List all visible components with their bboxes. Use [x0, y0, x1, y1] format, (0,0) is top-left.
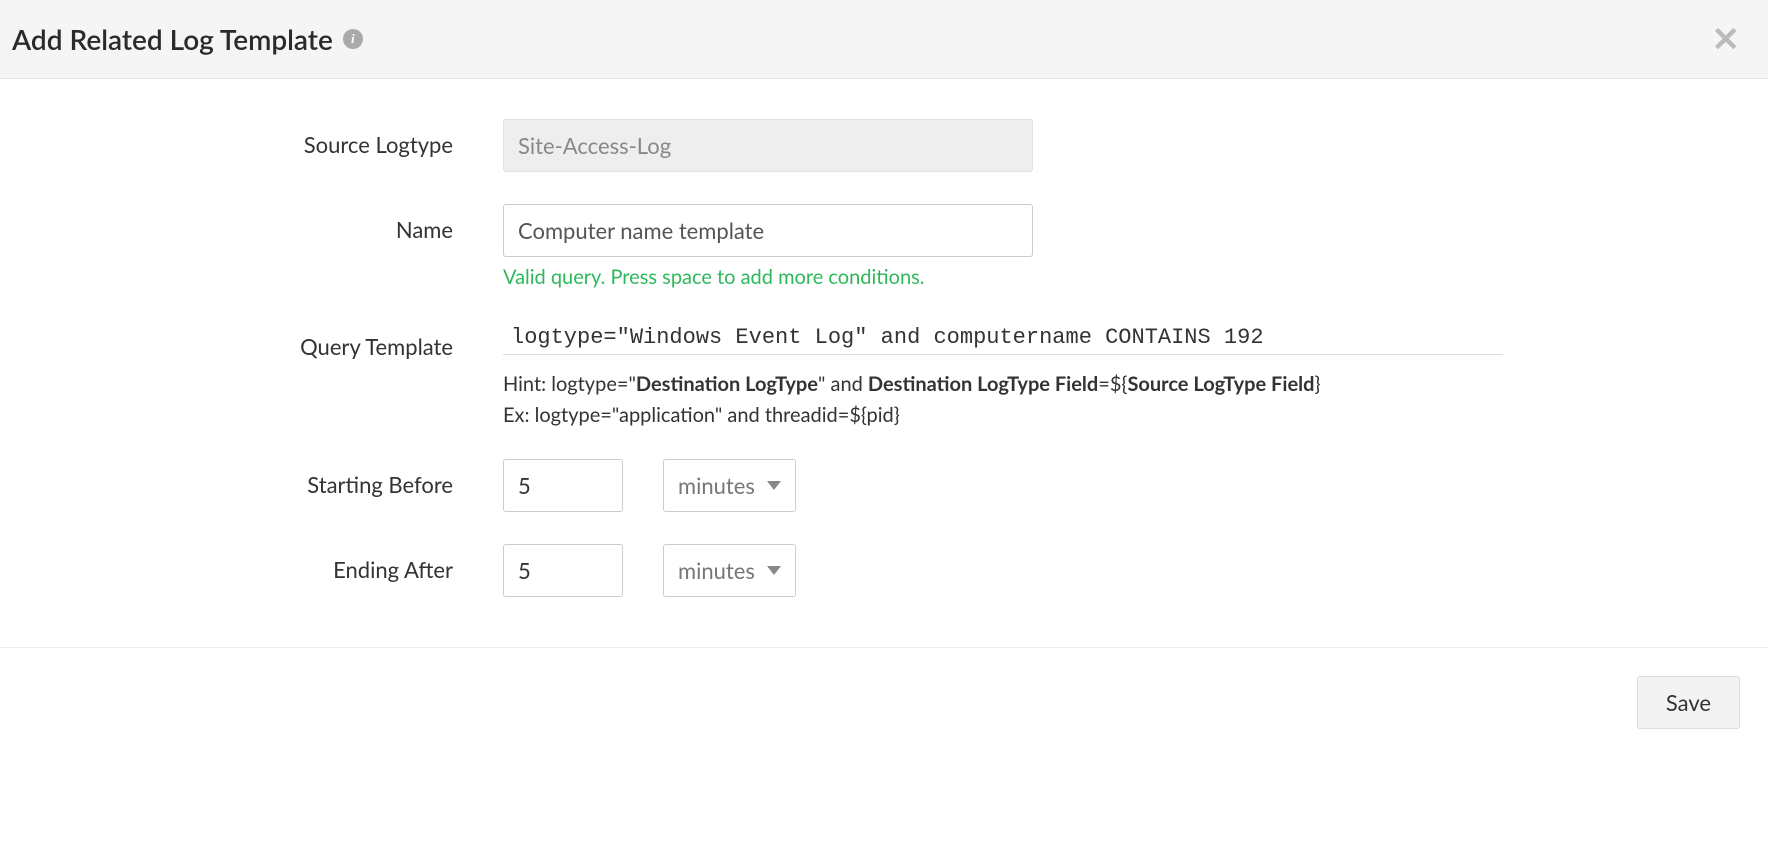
- modal-footer: Save: [0, 648, 1768, 757]
- validation-message: Valid query. Press space to add more con…: [503, 265, 1740, 289]
- label-source-logtype: Source Logtype: [28, 119, 503, 158]
- modal-title: Add Related Log Template: [12, 22, 333, 56]
- label-ending-after: Ending After: [28, 544, 503, 583]
- label-query-template: Query Template: [28, 321, 503, 360]
- close-icon[interactable]: ✕: [1712, 22, 1741, 56]
- label-starting-before: Starting Before: [28, 459, 503, 498]
- starting-before-unit-select[interactable]: minutes: [663, 459, 796, 512]
- save-button[interactable]: Save: [1637, 676, 1740, 729]
- modal-body: Source Logtype Site-Access-Log Name Vali…: [0, 79, 1768, 647]
- modal-title-wrap: Add Related Log Template i: [12, 22, 363, 56]
- starting-before-input[interactable]: [503, 459, 623, 512]
- row-ending-after: Ending After minutes: [28, 544, 1740, 597]
- modal-header: Add Related Log Template i ✕: [0, 0, 1768, 79]
- chevron-down-icon: [767, 481, 781, 490]
- query-input[interactable]: [503, 321, 1503, 355]
- row-source-logtype: Source Logtype Site-Access-Log: [28, 119, 1740, 172]
- row-starting-before: Starting Before minutes: [28, 459, 1740, 512]
- ending-after-unit-select[interactable]: minutes: [663, 544, 796, 597]
- starting-before-unit-label: minutes: [678, 472, 755, 499]
- info-icon[interactable]: i: [343, 29, 363, 49]
- row-name: Name Valid query. Press space to add mor…: [28, 204, 1740, 289]
- query-hint: Hint: logtype="Destination LogType" and …: [503, 369, 1740, 399]
- name-input[interactable]: [503, 204, 1033, 257]
- ending-after-unit-label: minutes: [678, 557, 755, 584]
- source-logtype-value: Site-Access-Log: [503, 119, 1033, 172]
- label-name: Name: [28, 204, 503, 243]
- ending-after-input[interactable]: [503, 544, 623, 597]
- chevron-down-icon: [767, 566, 781, 575]
- row-query-template: Query Template Hint: logtype="Destinatio…: [28, 321, 1740, 427]
- query-example: Ex: logtype="application" and threadid=$…: [503, 403, 1740, 427]
